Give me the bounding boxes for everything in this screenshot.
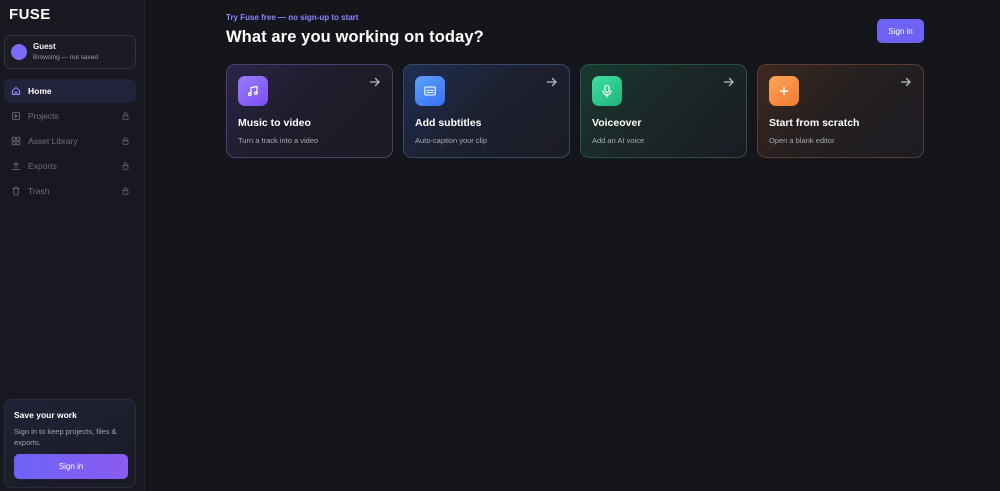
sidebar-sign-in-button[interactable]: Sign in [14, 454, 128, 479]
card-title: Music to video [238, 117, 311, 129]
lock-icon [122, 187, 129, 195]
grid-icon [11, 136, 21, 146]
card-subtitle: Turn a track into a video [238, 136, 319, 145]
arrow-right-icon [546, 77, 557, 87]
sidebar-item-label: Projects [28, 111, 59, 121]
app-window: FUSE Guest Browsing — not saved Home Pro… [0, 0, 1000, 491]
user-status: Browsing — not saved [33, 54, 99, 61]
sidebar-item-trash[interactable]: Trash [4, 179, 136, 203]
user-name: Guest [33, 42, 56, 51]
card-title: Add subtitles [415, 117, 482, 129]
sidebar-item-label: Asset Library [28, 136, 78, 146]
sidebar-item-home[interactable]: Home [4, 79, 136, 103]
card-title: Voiceover [592, 117, 642, 129]
arrow-right-icon [723, 77, 734, 87]
card-subtitle: Auto-caption your clip [415, 136, 488, 145]
promo-text: Try Fuse free — no sign-up to start [226, 13, 359, 22]
sidebar-item-label: Trash [28, 186, 50, 196]
plus-icon [769, 76, 799, 106]
lock-icon [122, 162, 129, 170]
user-profile[interactable]: Guest Browsing — not saved [4, 35, 136, 69]
save-card-text: Sign in to keep projects, files & export… [14, 427, 117, 447]
trash-icon [12, 186, 20, 196]
sidebar-item-label: Home [28, 86, 52, 96]
sidebar-item-exports[interactable]: Exports [4, 154, 136, 178]
sidebar: FUSE Guest Browsing — not saved Home Pro… [0, 0, 145, 491]
sidebar-item-asset-library[interactable]: Asset Library [4, 129, 136, 153]
captions-icon [415, 76, 445, 106]
main-content: Try Fuse free — no sign-up to start What… [145, 0, 1000, 491]
card-subtitle: Open a blank editor [769, 136, 835, 145]
sidebar-item-label: Exports [28, 161, 57, 171]
card-title: Start from scratch [769, 117, 860, 129]
page-title: What are you working on today? [226, 28, 484, 46]
save-card-title: Save your work [14, 410, 77, 420]
arrow-right-icon [900, 77, 911, 87]
sidebar-nav: Home Projects Asset Library Exports Tras… [4, 79, 136, 204]
app-logo[interactable]: FUSE [9, 6, 51, 23]
upload-icon [11, 161, 21, 171]
sidebar-item-projects[interactable]: Projects [4, 104, 136, 128]
lock-icon [122, 112, 129, 120]
home-icon [11, 86, 21, 96]
projects-icon [12, 112, 20, 120]
avatar [11, 44, 27, 60]
card-music-to-video[interactable]: Music to video Turn a track into a video [226, 64, 393, 158]
card-subtitle: Add an AI voice [592, 136, 645, 145]
card-voiceover[interactable]: Voiceover Add an AI voice [580, 64, 747, 158]
card-start-from-scratch[interactable]: Start from scratch Open a blank editor [757, 64, 924, 158]
arrow-right-icon [369, 77, 380, 87]
microphone-icon [592, 76, 622, 106]
music-note-icon [238, 76, 268, 106]
save-work-card: Save your work Sign in to keep projects,… [4, 399, 136, 488]
sign-in-button[interactable]: Sign in [877, 19, 924, 43]
card-add-subtitles[interactable]: Add subtitles Auto-caption your clip [403, 64, 570, 158]
lock-icon [122, 137, 129, 145]
